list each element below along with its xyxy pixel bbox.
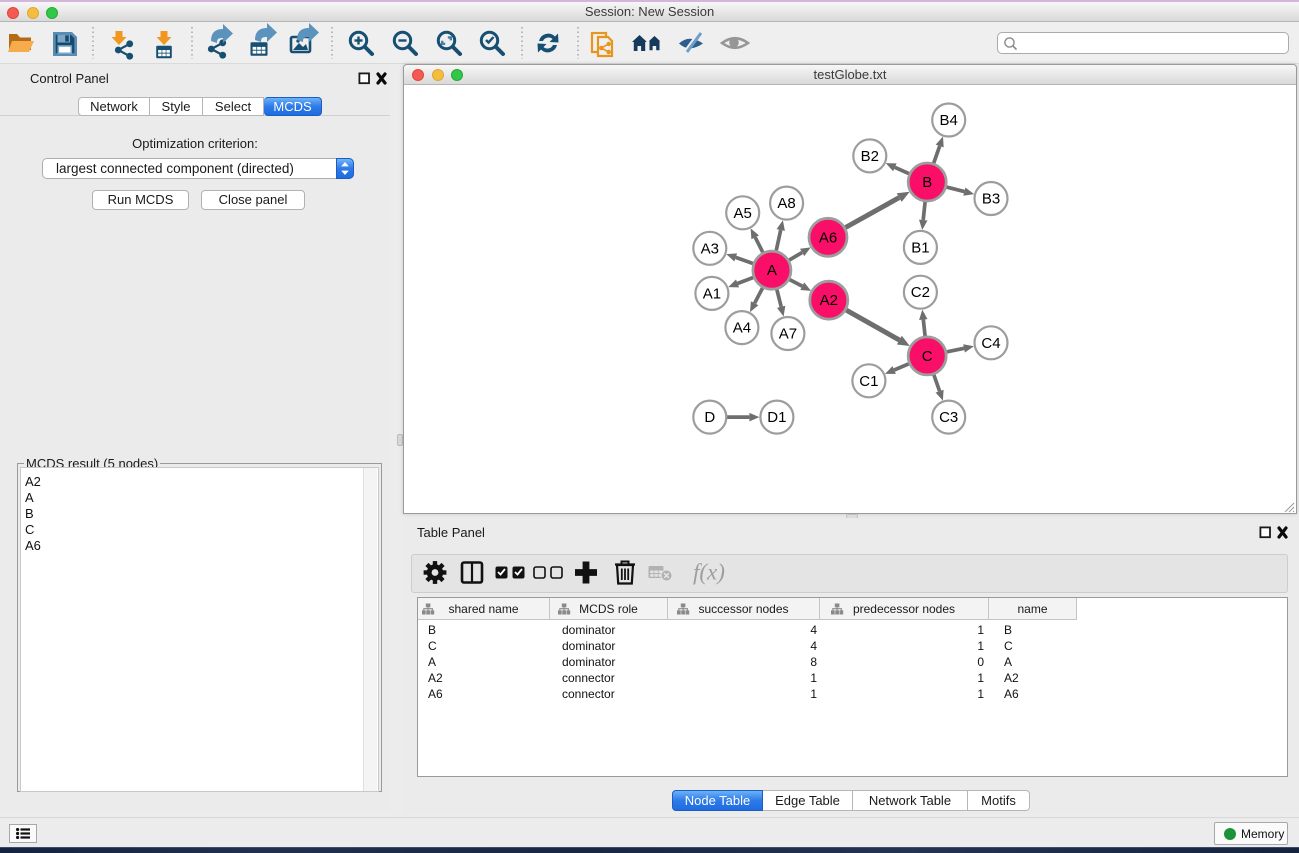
svg-text:C3: C3: [939, 409, 958, 426]
svg-text:C: C: [922, 348, 933, 365]
svg-text:B4: B4: [940, 112, 958, 129]
svg-text:B1: B1: [911, 239, 929, 256]
svg-text:D1: D1: [767, 409, 786, 426]
svg-text:f(x): f(x): [693, 560, 725, 585]
svg-text:C1: C1: [859, 373, 878, 390]
svg-text:A1: A1: [703, 285, 721, 302]
svg-text:D: D: [704, 409, 715, 426]
svg-text:A: A: [767, 262, 777, 279]
svg-text:A3: A3: [701, 240, 719, 257]
svg-text:A4: A4: [733, 320, 751, 337]
svg-text:B: B: [922, 174, 932, 191]
svg-text:B2: B2: [861, 148, 879, 165]
svg-text:A8: A8: [777, 195, 795, 212]
svg-text:A6: A6: [819, 229, 837, 246]
svg-text:A5: A5: [734, 205, 752, 222]
svg-text:C4: C4: [981, 335, 1000, 352]
svg-text:A7: A7: [779, 326, 797, 343]
svg-text:B3: B3: [982, 191, 1000, 208]
svg-text:C2: C2: [911, 284, 930, 301]
svg-text:A2: A2: [820, 292, 838, 309]
